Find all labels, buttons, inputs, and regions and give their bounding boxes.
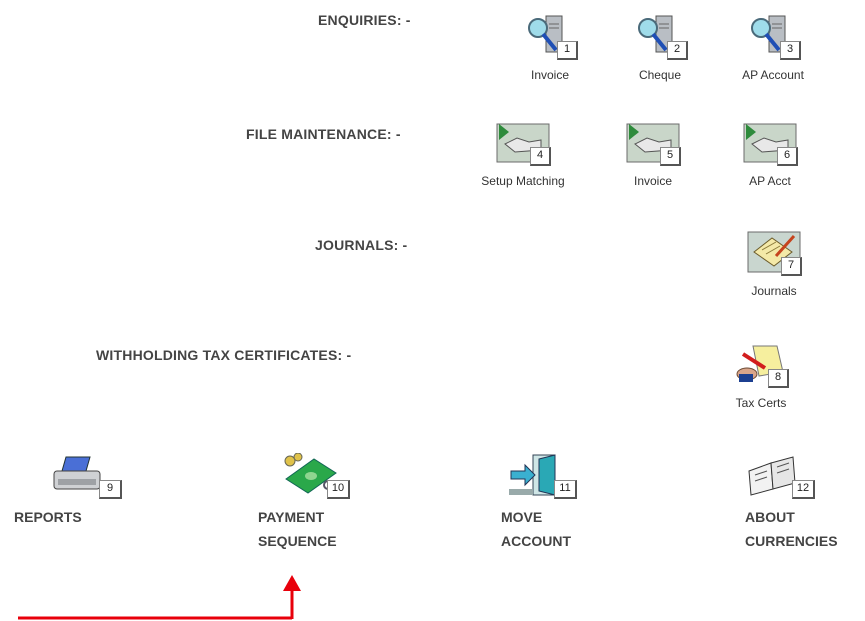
shortcut-number: 2	[667, 41, 688, 60]
shortcut-number: 5	[660, 147, 681, 166]
journals-button[interactable]: 7 Journals	[719, 230, 829, 298]
tile-caption: AP Account	[742, 68, 804, 82]
ap-acct-button[interactable]: 6 AP Acct	[715, 120, 825, 188]
shortcut-number: 9	[99, 480, 122, 499]
move-account-button[interactable]: 11 MOVE ACCOUNT	[501, 453, 577, 553]
shortcut-number: 3	[780, 41, 801, 60]
enquiry-invoice-button[interactable]: 1 Invoice	[495, 14, 605, 82]
shortcut-number: 8	[768, 369, 789, 388]
shortcut-number: 7	[781, 257, 802, 276]
folder-hand-icon: 6	[742, 120, 798, 166]
door-arrow-icon: 11	[507, 453, 577, 499]
reports-label: REPORTS	[14, 509, 82, 525]
tile-caption: AP Acct	[749, 174, 791, 188]
shortcut-number: 1	[557, 41, 578, 60]
shortcut-number: 10	[327, 480, 350, 499]
magnifier-server-icon: 2	[632, 14, 688, 60]
folder-hand-icon: 5	[625, 120, 681, 166]
journals-section-label: JOURNALS: -	[315, 237, 408, 253]
shortcut-number: 6	[777, 147, 798, 166]
tile-caption: Cheque	[638, 68, 682, 82]
tile-caption: Invoice	[633, 174, 673, 188]
tile-caption: Tax Certs	[735, 396, 787, 410]
about-currencies-label: ABOUT CURRENCIES	[745, 509, 838, 549]
tax-certs-button[interactable]: 8 Tax Certs	[706, 342, 816, 410]
payment-sequence-button[interactable]: 10 PAYMENT SEQUENCE	[258, 453, 350, 553]
money-icon: 10	[280, 453, 350, 499]
setup-matching-button[interactable]: 4 Setup Matching	[468, 120, 578, 188]
enquiry-cheque-button[interactable]: 2 Cheque	[605, 14, 715, 82]
magnifier-server-icon: 1	[522, 14, 578, 60]
about-currencies-button[interactable]: 12 ABOUT CURRENCIES	[745, 453, 838, 553]
open-book-icon: 12	[745, 453, 815, 499]
magnifier-server-icon: 3	[745, 14, 801, 60]
file-maintenance-section-label: FILE MAINTENANCE: -	[246, 126, 401, 142]
payment-sequence-label: PAYMENT SEQUENCE	[258, 509, 337, 549]
tile-caption: Setup Matching	[481, 174, 565, 188]
withholding-section-label: WITHHOLDING TAX CERTIFICATES: -	[96, 347, 352, 363]
move-account-label: MOVE ACCOUNT	[501, 509, 571, 549]
shortcut-number: 11	[554, 480, 577, 499]
annotation-arrow	[18, 575, 301, 620]
folder-hand-icon: 4	[495, 120, 551, 166]
printer-icon: 9	[52, 453, 122, 499]
reports-button[interactable]: 9 REPORTS	[14, 453, 122, 529]
pencil-notepad-icon: 7	[746, 230, 802, 276]
enquiry-ap-account-button[interactable]: 3 AP Account	[718, 14, 828, 82]
tile-caption: Invoice	[530, 68, 570, 82]
signing-document-icon: 8	[733, 342, 789, 388]
file-maintenance-invoice-button[interactable]: 5 Invoice	[598, 120, 708, 188]
enquiries-section-label: ENQUIRIES: -	[318, 12, 411, 28]
tile-caption: Journals	[751, 284, 797, 298]
shortcut-number: 12	[792, 480, 815, 499]
shortcut-number: 4	[530, 147, 551, 166]
